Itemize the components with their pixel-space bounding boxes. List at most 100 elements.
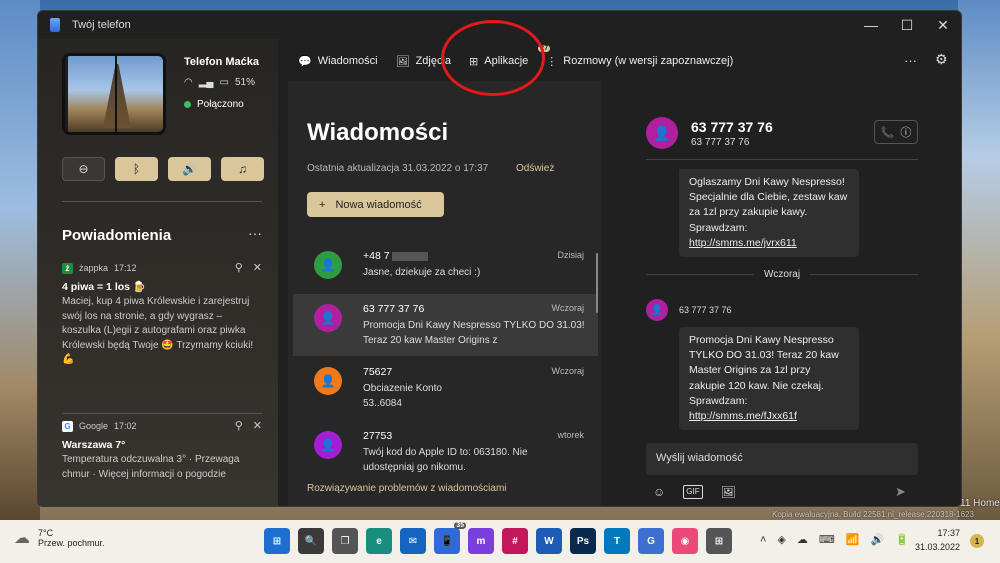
taskbar-icon-glyph: 🔍 bbox=[304, 535, 318, 547]
store-taskbar-icon[interactable]: ⊞ bbox=[706, 528, 732, 554]
emoji-icon[interactable]: ☺ bbox=[653, 485, 665, 499]
minimize-button[interactable]: — bbox=[853, 11, 889, 39]
image-icon[interactable]: 🖼 bbox=[721, 485, 736, 499]
person-icon: 👤 bbox=[314, 251, 342, 279]
calls-icon: ⋮ bbox=[546, 55, 558, 68]
pin-icon[interactable]: ⚲ bbox=[235, 261, 243, 277]
messages-list-pane: Wiadomości Ostatnia aktualizacja 31.03.2… bbox=[288, 81, 601, 506]
messenger-taskbar-icon[interactable]: m bbox=[468, 528, 494, 554]
divider bbox=[62, 413, 262, 414]
connected-dot-icon bbox=[184, 101, 191, 108]
message-bubble: Promocja Dni Kawy Nespresso TYLKO DO 31.… bbox=[679, 327, 859, 431]
edge-taskbar-icon[interactable]: e bbox=[366, 528, 392, 554]
task-view-taskbar-icon[interactable]: ❐ bbox=[332, 528, 358, 554]
slack-taskbar-icon[interactable]: # bbox=[502, 528, 528, 554]
taskbar-icon-glyph: ⊞ bbox=[714, 535, 724, 547]
troubleshoot-link[interactable]: Rozwiązywanie problemów z wiadomościami bbox=[307, 483, 507, 494]
gear-icon[interactable]: ⚙ bbox=[935, 51, 948, 68]
gif-icon[interactable]: GIF bbox=[683, 485, 703, 499]
taskbar-icon-glyph: ✉ bbox=[408, 535, 418, 547]
conversation-item[interactable]: 👤 75627 Obciazenie Konto 53..6084 Wczora… bbox=[293, 357, 598, 417]
trello-taskbar-icon[interactable]: T bbox=[604, 528, 630, 554]
dismiss-icon[interactable]: ✕ bbox=[253, 261, 262, 277]
start-taskbar-icon[interactable]: ⊞ bbox=[264, 528, 290, 554]
taskbar-icon-glyph: ◉ bbox=[680, 535, 690, 547]
search-taskbar-icon[interactable]: 🔍 bbox=[298, 528, 324, 554]
notification-time: 17:12 bbox=[114, 263, 137, 274]
tab-messages[interactable]: 💬 Wiadomości bbox=[298, 51, 378, 83]
person-icon: 👤 bbox=[314, 304, 342, 332]
notification-count-badge[interactable]: 1 bbox=[970, 534, 984, 548]
weather-description: Przew. pochmur. bbox=[38, 538, 105, 548]
divider bbox=[62, 201, 262, 202]
message-link[interactable]: http://smms.me/fJxx61f bbox=[689, 410, 797, 422]
photoshop-taskbar-icon[interactable]: Ps bbox=[570, 528, 596, 554]
pin-icon[interactable]: ⚲ bbox=[235, 419, 243, 435]
call-button[interactable]: 📞 ⓘ bbox=[874, 120, 918, 144]
bluetooth-button[interactable]: ᛒ bbox=[115, 157, 158, 181]
maximize-button[interactable]: ☐ bbox=[889, 11, 925, 39]
sender-number: 63 777 37 76 bbox=[679, 305, 732, 315]
translator-taskbar-icon[interactable]: G bbox=[638, 528, 664, 554]
weather-widget[interactable]: ☁ 7°C Przew. pochmur. bbox=[14, 528, 105, 548]
person-icon: 👤 bbox=[314, 367, 342, 395]
cloud-icon: ☁ bbox=[14, 530, 30, 547]
notification-item[interactable]: ż żappka 17:12 ⚲ ✕ 4 piwa = 1 los 🍺 Maci… bbox=[62, 261, 262, 368]
tray-icon[interactable]: 📶 bbox=[846, 533, 860, 546]
new-message-button[interactable]: + Nowa wiadomość bbox=[307, 192, 444, 217]
message-text: Promocja Dni Kawy Nespresso TYLKO DO 31.… bbox=[689, 334, 839, 407]
phone-screen-thumbnail[interactable] bbox=[62, 53, 166, 135]
tray-icon[interactable]: 🔋 bbox=[895, 533, 909, 546]
desktop-wallpaper-right bbox=[958, 0, 1000, 520]
phone-taskbar-icon[interactable]: 📱 35 bbox=[434, 522, 466, 554]
left-pane: Telefon Maćka ◠ ▂▄ ▭ 51% Połączono ⊖ ᛒ 🔊… bbox=[38, 39, 278, 506]
background-home-label: 11 Home bbox=[960, 498, 1000, 509]
notification-item[interactable]: G Google 17:02 ⚲ ✕ Warszawa 7° Temperatu… bbox=[62, 419, 262, 482]
clock-time: 17:37 bbox=[937, 528, 961, 538]
volume-button[interactable]: 🔊 bbox=[168, 157, 211, 181]
conversation-item[interactable]: 👤 +48 7 Jasne, dziekuje za checi :) Dzis… bbox=[293, 241, 598, 301]
conversation-item[interactable]: 👤 27753 Twój kod do Apple ID to: 063180.… bbox=[293, 421, 598, 481]
notifications-more-button[interactable]: ··· bbox=[248, 225, 262, 241]
taskbar-icon-glyph: m bbox=[476, 535, 486, 547]
red-annotation-circle bbox=[441, 20, 545, 96]
tray-icon[interactable]: ⌨ bbox=[819, 533, 835, 546]
refresh-link[interactable]: Odśwież bbox=[516, 163, 554, 174]
send-icon[interactable]: ➤ bbox=[895, 484, 906, 500]
background-build-label: Kopia ewaluacyjna. Build 22581.ni_releas… bbox=[772, 510, 974, 519]
phone-icon: 📞 bbox=[880, 126, 895, 139]
do-not-disturb-button[interactable]: ⊖ bbox=[62, 157, 105, 181]
tray-icon[interactable]: ☁ bbox=[797, 533, 808, 546]
app-logo-icon bbox=[50, 18, 60, 32]
new-message-label: Nowa wiadomość bbox=[335, 198, 422, 211]
messages-scrollbar[interactable] bbox=[596, 253, 598, 313]
mail-taskbar-icon[interactable]: ✉ bbox=[400, 528, 426, 554]
taskbar-apps: ⊞ 🔍 ❐ e ✉ 📱 35 m # W Ps T G ◉ ⊞ bbox=[264, 522, 732, 554]
paint-taskbar-icon[interactable]: ◉ bbox=[672, 528, 698, 554]
clock[interactable]: 17:37 31.03.2022 bbox=[915, 527, 960, 554]
tab-label: Rozmowy (w wersji zapoznawczej) bbox=[563, 55, 734, 67]
tab-calls[interactable]: ⋮ 27 Rozmowy (w wersji zapoznawczej) bbox=[538, 45, 734, 71]
close-button[interactable]: ✕ bbox=[925, 11, 961, 39]
conversation-date: Wczoraj bbox=[551, 366, 584, 376]
quick-actions: ⊖ ᛒ 🔊 ♫ bbox=[62, 157, 264, 181]
conversation-preview: Jasne, dziekuje za checi :) bbox=[363, 266, 481, 278]
message-input[interactable]: Wyślij wiadomość bbox=[646, 443, 918, 475]
tray-icon[interactable]: ˄ bbox=[760, 534, 766, 546]
word-taskbar-icon[interactable]: W bbox=[536, 528, 562, 554]
phone-name: Telefon Maćka bbox=[184, 56, 259, 68]
more-options-button[interactable]: ··· bbox=[904, 53, 917, 68]
zappka-app-icon: ż bbox=[62, 263, 73, 275]
conversation-item-selected[interactable]: 👤 63 777 37 76 Promocja Dni Kawy Nespres… bbox=[293, 294, 598, 356]
battery-level: 51% bbox=[234, 77, 255, 88]
eiffel-tower-image bbox=[103, 64, 131, 128]
google-app-icon: G bbox=[62, 421, 73, 433]
tray-icon[interactable]: ◈ bbox=[777, 533, 785, 546]
tab-label: Wiadomości bbox=[317, 55, 378, 67]
dismiss-icon[interactable]: ✕ bbox=[253, 419, 262, 435]
message-link[interactable]: http://smms.me/jvrx611 bbox=[689, 237, 797, 249]
signal-icon: ▂▄ bbox=[198, 77, 214, 88]
music-button[interactable]: ♫ bbox=[221, 157, 264, 181]
tray-icon[interactable]: 🔊 bbox=[871, 533, 885, 546]
taskbar-icon-glyph: ⊞ bbox=[272, 535, 282, 547]
